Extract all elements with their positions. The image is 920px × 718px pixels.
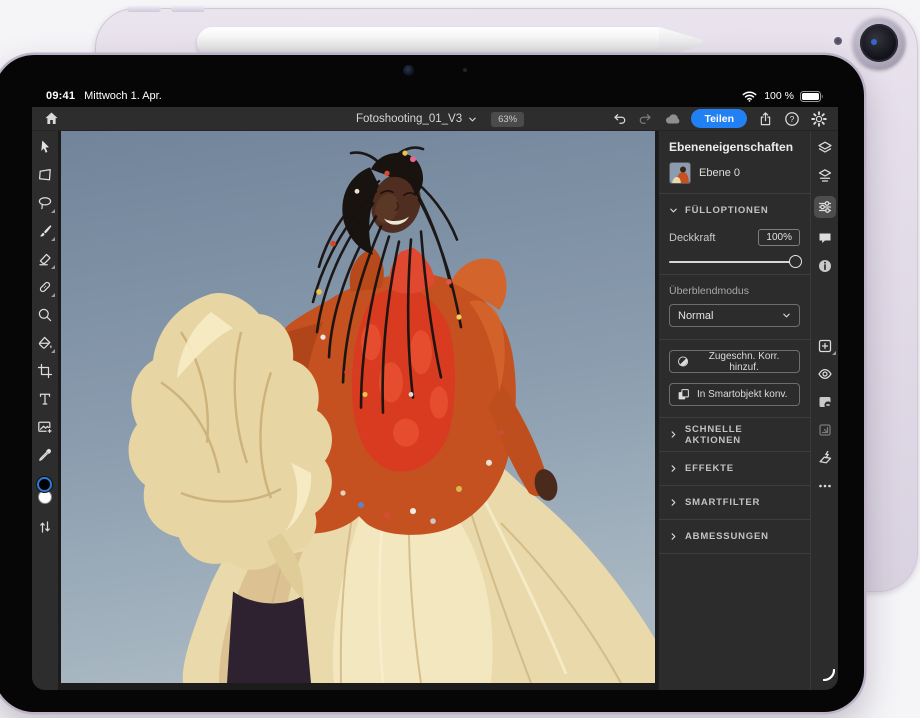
- cloud-sync-icon[interactable]: [664, 110, 682, 128]
- section-smart-filter[interactable]: SMARTFILTER: [659, 486, 810, 519]
- background-color-swatch[interactable]: [38, 490, 52, 504]
- move-tool[interactable]: [37, 139, 53, 155]
- layer-thumbnail[interactable]: [669, 162, 691, 184]
- layers-icon[interactable]: [814, 140, 836, 156]
- chevron-right-icon: [669, 464, 678, 473]
- pencil-tip: [659, 27, 703, 58]
- sensor-dot: [463, 68, 467, 72]
- opacity-slider[interactable]: [669, 255, 800, 269]
- apple-pencil: [197, 27, 702, 58]
- add-layer-icon[interactable]: [814, 338, 836, 354]
- ipad-screen: 09:41 Mittwoch 1. Apr. 100 %: [32, 85, 838, 690]
- pencil-body: [197, 27, 660, 58]
- swap-colors-tool[interactable]: [37, 519, 53, 535]
- opacity-value-field[interactable]: 100%: [758, 229, 800, 246]
- redo-icon[interactable]: [637, 110, 655, 128]
- info-icon[interactable]: [814, 258, 836, 274]
- rear-microphone: [834, 37, 842, 45]
- move-layer-icon[interactable]: [814, 422, 836, 438]
- chevron-right-icon: [669, 498, 678, 507]
- tools-sidebar: [32, 131, 58, 690]
- front-camera: [403, 65, 414, 76]
- place-image-tool[interactable]: [37, 419, 53, 435]
- smart-object-icon: [677, 388, 690, 401]
- undo-icon[interactable]: [610, 110, 628, 128]
- settings-gear-icon[interactable]: [810, 110, 828, 128]
- layer-row[interactable]: Ebene 0: [669, 162, 800, 184]
- brush-tool[interactable]: [37, 223, 53, 239]
- document-title[interactable]: Fotoshooting_01_V3: [356, 113, 462, 125]
- layer-mask-icon[interactable]: [814, 394, 836, 410]
- section-quick-actions[interactable]: SCHNELLE AKTIONEN: [659, 418, 810, 451]
- chevron-down-icon: [669, 206, 678, 215]
- fill-tool[interactable]: [37, 335, 53, 351]
- section-effects[interactable]: EFFEKTE: [659, 452, 810, 485]
- share-sheet-icon[interactable]: [756, 110, 774, 128]
- section-fill-options[interactable]: FÜLLOPTIONEN: [659, 194, 810, 216]
- layer-properties-icon[interactable]: [814, 196, 836, 218]
- lens-glint: [871, 39, 877, 45]
- chevron-right-icon: [669, 430, 678, 439]
- blend-mode-label: Überblendmodus: [669, 285, 800, 297]
- panel-switcher-strip: [810, 131, 838, 690]
- document-canvas[interactable]: [58, 131, 658, 690]
- magic-wand-tool[interactable]: [37, 307, 53, 323]
- crop-tool[interactable]: [37, 363, 53, 379]
- foreground-background-color-swatches[interactable]: [36, 477, 54, 507]
- battery-percentage: 100 %: [764, 90, 794, 102]
- product-scene: 09:41 Mittwoch 1. Apr. 100 %: [0, 0, 920, 718]
- canvas-photo[interactable]: [61, 131, 655, 683]
- rear-camera: [852, 16, 906, 70]
- convert-to-smart-object-button[interactable]: In Smartobjekt konv.: [669, 383, 800, 406]
- adjustment-layers-icon[interactable]: [814, 168, 836, 184]
- status-bar: 09:41 Mittwoch 1. Apr. 100 %: [32, 85, 838, 107]
- camera-lens: [860, 24, 898, 62]
- foreground-color-swatch[interactable]: [37, 477, 52, 492]
- zoom-level-badge[interactable]: 63%: [491, 112, 524, 127]
- transform-tool[interactable]: [37, 167, 53, 183]
- corner-swipe-indicator: [823, 669, 835, 684]
- layer-name: Ebene 0: [699, 167, 740, 179]
- eraser-tool[interactable]: [37, 251, 53, 267]
- volume-button: [127, 6, 161, 12]
- opacity-label: Deckkraft: [669, 232, 715, 244]
- adjustment-icon: [677, 355, 689, 368]
- comments-icon[interactable]: [814, 230, 836, 246]
- lasso-tool[interactable]: [37, 195, 53, 211]
- battery-icon: [800, 87, 824, 105]
- svg-text:?: ?: [790, 114, 795, 124]
- clock: 09:41: [46, 90, 75, 102]
- chevron-down-icon: [782, 311, 791, 320]
- share-button[interactable]: Teilen: [691, 109, 747, 128]
- chevron-down-icon: [468, 115, 477, 124]
- chevron-right-icon: [669, 532, 678, 541]
- volume-button: [171, 6, 205, 12]
- wifi-icon: [740, 87, 758, 105]
- flatten-icon[interactable]: [814, 450, 836, 466]
- type-tool[interactable]: [37, 391, 53, 407]
- app-title-bar: Fotoshooting_01_V3 63% Teilen: [32, 107, 838, 131]
- section-dimensions[interactable]: ABMESSUNGEN: [659, 520, 810, 553]
- visibility-eye-icon[interactable]: [814, 366, 836, 382]
- date-label: Mittwoch 1. Apr.: [84, 90, 162, 102]
- slider-track[interactable]: [669, 261, 800, 263]
- help-icon[interactable]: ?: [783, 110, 801, 128]
- blend-mode-dropdown[interactable]: Normal: [669, 304, 800, 327]
- layer-properties-panel: Ebeneneigenschaften Ebene 0 FÜLLOPTIONEN…: [658, 131, 810, 690]
- more-options-icon[interactable]: [814, 478, 836, 494]
- eyedropper-tool[interactable]: [37, 447, 53, 463]
- home-icon[interactable]: [42, 110, 60, 128]
- add-clipped-adjustment-button[interactable]: Zugeschn. Korr. hinzuf.: [669, 350, 800, 373]
- slider-knob[interactable]: [789, 255, 802, 268]
- panel-title: Ebeneneigenschaften: [669, 140, 800, 154]
- healing-brush-tool[interactable]: [37, 279, 53, 295]
